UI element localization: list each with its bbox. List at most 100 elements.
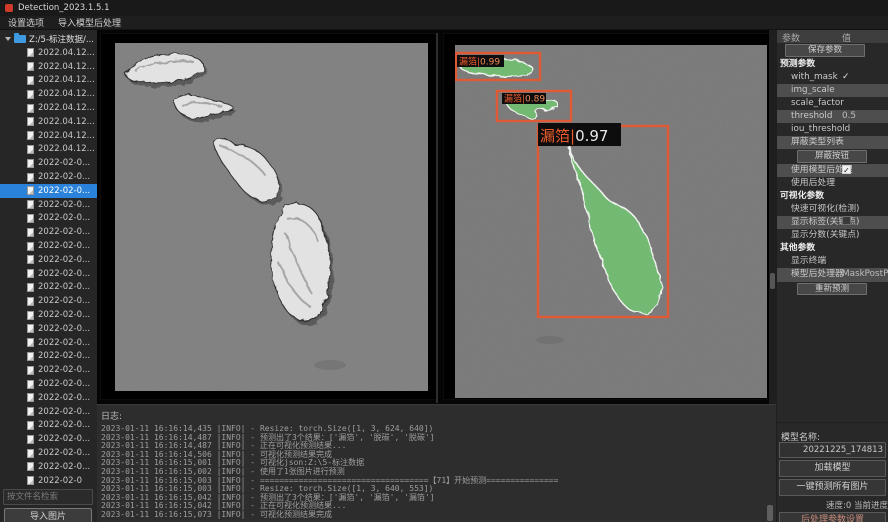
file-item[interactable]: 2022-02-0... xyxy=(0,198,97,212)
panel-scrollbar-thumb[interactable] xyxy=(770,273,775,289)
file-icon xyxy=(27,421,34,430)
file-item[interactable]: 2022.04.12... xyxy=(0,46,97,60)
file-item[interactable]: 2022-02-0... xyxy=(0,212,97,226)
detection-label: 漏箔|0.99 xyxy=(459,56,500,68)
file-item[interactable]: 2022-02-0... xyxy=(0,350,97,364)
param-row[interactable]: 显示终端 xyxy=(777,255,888,268)
file-icon xyxy=(27,352,34,361)
file-item[interactable]: 2022-02-0... xyxy=(0,267,97,281)
file-label: 2022-02-0... xyxy=(38,213,90,223)
file-item[interactable]: 2022-02-0 xyxy=(0,474,97,488)
file-tree-sidebar: Z:/5-标注数据/... 2022.04.12...2022.04.12...… xyxy=(0,30,97,522)
file-icon xyxy=(27,242,34,251)
file-item[interactable]: 2022.04.12... xyxy=(0,87,97,101)
param-row[interactable]: 显示标签(关键点) xyxy=(777,216,888,229)
checkbox-empty-icon[interactable] xyxy=(842,216,851,225)
original-image-panel[interactable] xyxy=(100,33,437,400)
viewer-splitter[interactable] xyxy=(436,33,438,403)
file-icon xyxy=(27,228,34,237)
file-item[interactable]: 2022.04.12... xyxy=(0,74,97,88)
prediction-image-panel[interactable]: 漏箔|0.99漏箔|0.89漏箔|0.97 xyxy=(443,33,770,400)
file-item[interactable]: 2022-02-0... xyxy=(0,308,97,322)
file-icon xyxy=(27,159,34,168)
file-item[interactable]: 2022-02-0... xyxy=(0,322,97,336)
checkbox-checked-icon[interactable]: ✓ xyxy=(842,165,851,174)
panel-scrollbar-track[interactable] xyxy=(769,30,776,404)
file-item[interactable]: 2022-02-0... xyxy=(0,336,97,350)
file-item[interactable]: 2022-02-0... xyxy=(0,460,97,474)
param-row: 可视化参数 xyxy=(777,190,888,203)
model-section: 模型名称: 20221225_174813 加载模型 一键预测所有图片 速度:0… xyxy=(777,422,888,522)
file-item[interactable]: 2022-02-0... xyxy=(0,184,97,198)
file-label: 2022.04.12... xyxy=(38,75,95,85)
file-item[interactable]: 2022.04.12... xyxy=(0,101,97,115)
file-item[interactable]: 2022.04.12... xyxy=(0,143,97,157)
param-row[interactable]: scale_factor xyxy=(777,97,888,110)
file-item[interactable]: 2022-02-0... xyxy=(0,377,97,391)
file-label: 2022-02-0... xyxy=(38,255,90,265)
file-list: 2022.04.12...2022.04.12...2022.04.12...2… xyxy=(0,46,97,517)
param-row[interactable]: img_scale xyxy=(777,84,888,97)
file-item[interactable]: 2022-02-0... xyxy=(0,281,97,295)
param-button[interactable]: 保存参数 xyxy=(785,44,865,57)
file-item[interactable]: 2022-02-0... xyxy=(0,432,97,446)
postprocess-settings-button[interactable]: 后处理参数设置 xyxy=(779,512,886,522)
file-item[interactable]: 2022-02-0... xyxy=(0,239,97,253)
file-item[interactable]: 2022-02-0... xyxy=(0,156,97,170)
param-row[interactable]: with_mask✓ xyxy=(777,71,888,84)
file-icon xyxy=(27,62,34,71)
file-icon xyxy=(27,90,34,99)
predict-all-button[interactable]: 一键预测所有图片 xyxy=(779,479,886,496)
file-item[interactable]: 2022-02-0... xyxy=(0,405,97,419)
param-value: 0.5 xyxy=(842,110,856,123)
param-row: 重新预测 xyxy=(777,282,888,297)
filename-search-input[interactable] xyxy=(3,489,93,505)
file-item[interactable]: 2022-02-0... xyxy=(0,446,97,460)
param-label: 预测参数 xyxy=(780,58,815,71)
chevron-down-icon[interactable] xyxy=(5,37,11,41)
file-item[interactable]: 2022-02-0... xyxy=(0,391,97,405)
file-icon xyxy=(27,338,34,347)
file-item[interactable]: 2022.04.12... xyxy=(0,129,97,143)
file-icon xyxy=(27,311,34,320)
log-panel[interactable]: 日志: 2023-01-11 16:16:14,435 |INFO| - Res… xyxy=(97,404,776,522)
title-bar: Detection_2023.1.5.1 xyxy=(0,0,888,16)
file-icon xyxy=(27,435,34,444)
file-item[interactable]: 2022-02-0... xyxy=(0,253,97,267)
file-label: 2022-02-0... xyxy=(38,324,90,334)
param-row[interactable]: 模型后处理器MaskPostPro xyxy=(777,268,888,281)
file-item[interactable]: 2022-02-0... xyxy=(0,170,97,184)
load-model-button[interactable]: 加载模型 xyxy=(779,460,886,477)
menu-import-postprocess[interactable]: 导入模型后处理 xyxy=(58,16,121,29)
log-title: 日志: xyxy=(101,409,776,422)
param-row[interactable]: 使用后处理 xyxy=(777,177,888,190)
import-images-button[interactable]: 导入图片 xyxy=(4,508,92,522)
param-row[interactable]: 使用模型后处理✓ xyxy=(777,164,888,177)
log-scrollbar[interactable] xyxy=(767,505,773,521)
param-button[interactable]: 屏蔽按钮 xyxy=(797,150,867,163)
file-item[interactable]: 2022-02-0... xyxy=(0,363,97,377)
file-label: 2022-02-0... xyxy=(38,241,90,251)
param-label: 可视化参数 xyxy=(780,190,824,203)
file-item[interactable]: 2022-02-0... xyxy=(0,419,97,433)
file-icon xyxy=(27,366,34,375)
param-row[interactable]: threshold0.5 xyxy=(777,110,888,123)
file-item[interactable]: 2022-02-0... xyxy=(0,294,97,308)
menu-settings[interactable]: 设置选项 xyxy=(8,16,44,29)
param-row[interactable]: 快速可视化(检测) xyxy=(777,203,888,216)
param-row: 预测参数 xyxy=(777,58,888,71)
file-item[interactable]: 2022.04.12... xyxy=(0,115,97,129)
check-icon: ✓ xyxy=(842,72,850,82)
param-row[interactable]: iou_threshold xyxy=(777,123,888,136)
file-icon xyxy=(27,145,34,154)
param-row[interactable]: 显示分数(关键点) xyxy=(777,229,888,242)
file-item[interactable]: 2022-02-0... xyxy=(0,225,97,239)
tree-root-folder[interactable]: Z:/5-标注数据/... xyxy=(0,32,97,46)
param-button[interactable]: 重新预测 xyxy=(797,283,867,296)
menu-bar: 设置选项 导入模型后处理 xyxy=(0,16,888,30)
file-label: 2022-02-0... xyxy=(38,158,90,168)
param-row[interactable]: 屏蔽类型列表 xyxy=(777,136,888,149)
model-name-field[interactable]: 20221225_174813 xyxy=(779,442,886,458)
param-row: 保存参数 xyxy=(777,43,888,58)
file-item[interactable]: 2022.04.12... xyxy=(0,60,97,74)
